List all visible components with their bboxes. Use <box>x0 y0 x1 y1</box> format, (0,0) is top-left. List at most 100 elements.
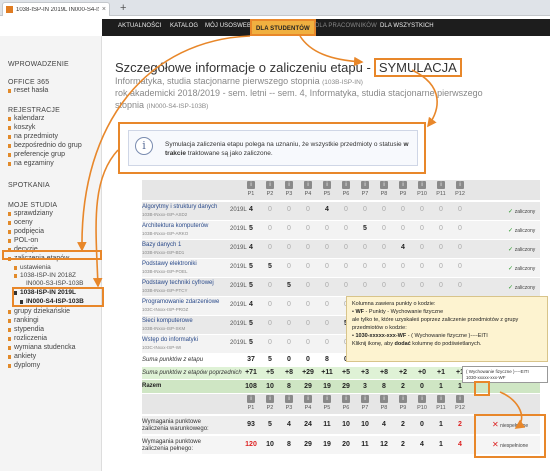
program-code: (103B-ISP-IN) <box>322 79 363 86</box>
nav-moj-usosweb[interactable]: MÓJ USOSWEB <box>205 23 251 29</box>
nav-dla-wszystkich[interactable]: DLA WSZYSTKICH <box>380 23 434 29</box>
sidebar-item-bezposrednio[interactable]: bezpośrednio do grup <box>8 142 82 149</box>
sidebar-item-preferencje[interactable]: preferencje grup <box>8 151 65 158</box>
points-cell: 0 <box>420 383 424 390</box>
course-title[interactable]: Wstęp do informatyki <box>142 337 198 343</box>
column-info-icon[interactable]: i <box>380 181 388 189</box>
nav-dla-studentow[interactable]: DLA STUDENTÓW <box>250 19 316 36</box>
table-row: Podstawy elektroniki 103B-INxxx-ISP-POEL 2… <box>142 259 540 277</box>
column-info-icon[interactable]: i <box>361 181 369 189</box>
tooltip-line-3: ale tylko te, które uzyskałeś poprzez za… <box>352 317 519 331</box>
course-name[interactable]: Bazy danych 1 103B-INxxx-ISP-BD1 <box>142 242 228 256</box>
sidebar-item-reset[interactable]: reset hasła <box>7 87 48 94</box>
points-cell: 0 <box>420 225 424 232</box>
column-info-icon[interactable]: i <box>342 181 350 189</box>
sidebar-item-dyplomy[interactable]: dyplomy <box>7 362 40 369</box>
course-name[interactable]: Wstęp do informatyki 103C-INxxx-ISP-WI <box>142 337 228 351</box>
course-title[interactable]: Architektura komputerów <box>142 223 208 229</box>
sidebar-item-na-egzaminy[interactable]: na egzaminy <box>8 160 54 167</box>
sidebar-item-wymiana[interactable]: wymiana studencka <box>7 344 75 351</box>
browser-tab[interactable]: 1038-ISP-IN 2019L IN000-S4-ISP- × <box>2 2 110 16</box>
course-title[interactable]: Podstawy elektroniki <box>142 261 197 267</box>
points-cell: 5 <box>287 282 291 289</box>
table-row: Podstawy techniki cyfrowej 103B-INxxx-ISP… <box>142 278 540 296</box>
column-info-icon[interactable]: i <box>323 181 331 189</box>
points-cell: 0 <box>458 263 462 270</box>
column-info-icon[interactable]: i <box>266 395 274 403</box>
course-title[interactable]: Programowanie zdarzeniowe <box>142 299 219 305</box>
column-header: P2 <box>266 405 274 411</box>
course-name[interactable]: Sieci komputerowe 103B-INxxx-ISP-SKM <box>142 318 228 332</box>
sidebar-item-podpiecia[interactable]: podpięcia <box>8 228 44 235</box>
sidebar-item-kalendarz[interactable]: kalendarz <box>7 115 44 122</box>
points-cell: 3 <box>363 383 367 390</box>
column-info-icon[interactable]: i <box>342 395 350 403</box>
points-cell: 0 <box>458 225 462 232</box>
column-info-icon[interactable]: i <box>304 395 312 403</box>
sidebar-sub-2018z[interactable]: 1038-ISP-IN 2018Z <box>13 272 76 279</box>
column-info-icon[interactable]: i <box>285 395 293 403</box>
sidebar-item-na-przedmioty[interactable]: na przedmioty <box>8 133 58 140</box>
column-info-icon[interactable]: i <box>437 395 445 403</box>
points-cell: +71 <box>245 369 257 376</box>
sidebar-heading-wprowadzenie[interactable]: WPROWADZENIE <box>8 61 69 68</box>
course-title[interactable]: Algorytmy i struktury danych <box>142 204 217 210</box>
column-info-icon[interactable]: i <box>266 181 274 189</box>
course-title[interactable]: Podstawy techniki cyfrowej <box>142 280 214 286</box>
highlight-requirements <box>474 414 546 458</box>
course-title[interactable]: Bazy danych 1 <box>142 242 181 248</box>
new-tab-button[interactable]: + <box>120 1 126 15</box>
sidebar-item-ankiety[interactable]: ankiety <box>7 353 36 360</box>
points-cell: 5 <box>268 263 272 270</box>
points-cell: 0 <box>420 282 424 289</box>
points-cell: 0 <box>344 282 348 289</box>
nav-dla-pracownikow[interactable]: DLA PRACOWNIKÓW <box>315 23 377 29</box>
points-cell: 20 <box>342 441 350 448</box>
sidebar-item-grupy[interactable]: grupy dziekańskie <box>7 308 70 315</box>
column-info-icon[interactable]: i <box>399 181 407 189</box>
column-info-icon[interactable]: i <box>456 395 464 403</box>
sidebar-sub-ustawienia[interactable]: ustawienia <box>14 264 51 271</box>
column-info-icon[interactable]: i <box>418 395 426 403</box>
points-cell: 0 <box>268 225 272 232</box>
course-title[interactable]: Sieci komputerowe <box>142 318 193 324</box>
nav-katalog[interactable]: KATALOG <box>170 23 198 29</box>
points-cell: 0 <box>344 244 348 251</box>
column-info-icon[interactable]: i <box>437 181 445 189</box>
column-info-icon[interactable]: i <box>456 181 464 189</box>
points-cell: 0 <box>287 244 291 251</box>
program-name[interactable]: Informatyka, studia stacjonarne pierwsze… <box>115 76 320 86</box>
nav-aktualnosci[interactable]: AKTUALNOŚCI <box>118 23 161 29</box>
column-info-icon[interactable]: i <box>380 395 388 403</box>
sidebar-item-oceny[interactable]: oceny <box>8 219 33 226</box>
course-name[interactable]: Podstawy techniki cyfrowej 103B-INxxx-ISP… <box>142 280 228 294</box>
column-header: P10 <box>417 405 427 411</box>
column-info-icon[interactable]: i <box>285 181 293 189</box>
points-cell: 0 <box>382 225 386 232</box>
column-info-icon[interactable]: i <box>247 181 255 189</box>
points-cell: 0 <box>420 421 424 428</box>
course-name[interactable]: Podstawy elektroniki 103B-INxxx-ISP-POEL <box>142 261 228 275</box>
sidebar-item-polon[interactable]: POL-on <box>7 237 38 244</box>
column-info-icon[interactable]: i <box>247 395 255 403</box>
column-info-icon[interactable]: i <box>399 395 407 403</box>
course-name[interactable]: Programowanie zdarzeniowe 103C-INxxx-ISP-… <box>142 299 228 313</box>
column-info-icon[interactable]: i <box>418 181 426 189</box>
sidebar-item-sprawdziany[interactable]: sprawdziany <box>8 210 53 217</box>
column-info-icon[interactable]: i <box>323 395 331 403</box>
points-cell: 29 <box>304 383 312 390</box>
points-cell: 0 <box>268 206 272 213</box>
sidebar-item-stypendia[interactable]: stypendia <box>8 326 44 333</box>
points-cell: 1 <box>439 441 443 448</box>
sidebar-item-rankingi[interactable]: rankingi <box>8 317 39 324</box>
course-name[interactable]: Architektura komputerów 103B-INxxx-ISP-AR… <box>142 223 228 237</box>
course-name[interactable]: Algorytmy i struktury danych 103B-INxxx-I… <box>142 204 228 218</box>
sidebar-heading-spotkania[interactable]: SPOTKANIA <box>8 182 50 189</box>
points-cell: 4 <box>401 244 405 251</box>
close-icon[interactable]: × <box>102 6 106 13</box>
sidebar-sub-s3[interactable]: IN000-S3-ISP-103B <box>26 280 83 287</box>
sidebar-item-koszyk[interactable]: koszyk <box>7 124 35 131</box>
column-info-icon[interactable]: i <box>361 395 369 403</box>
sidebar-item-rozliczenia[interactable]: rozliczenia <box>7 335 47 342</box>
column-info-icon[interactable]: i <box>304 181 312 189</box>
